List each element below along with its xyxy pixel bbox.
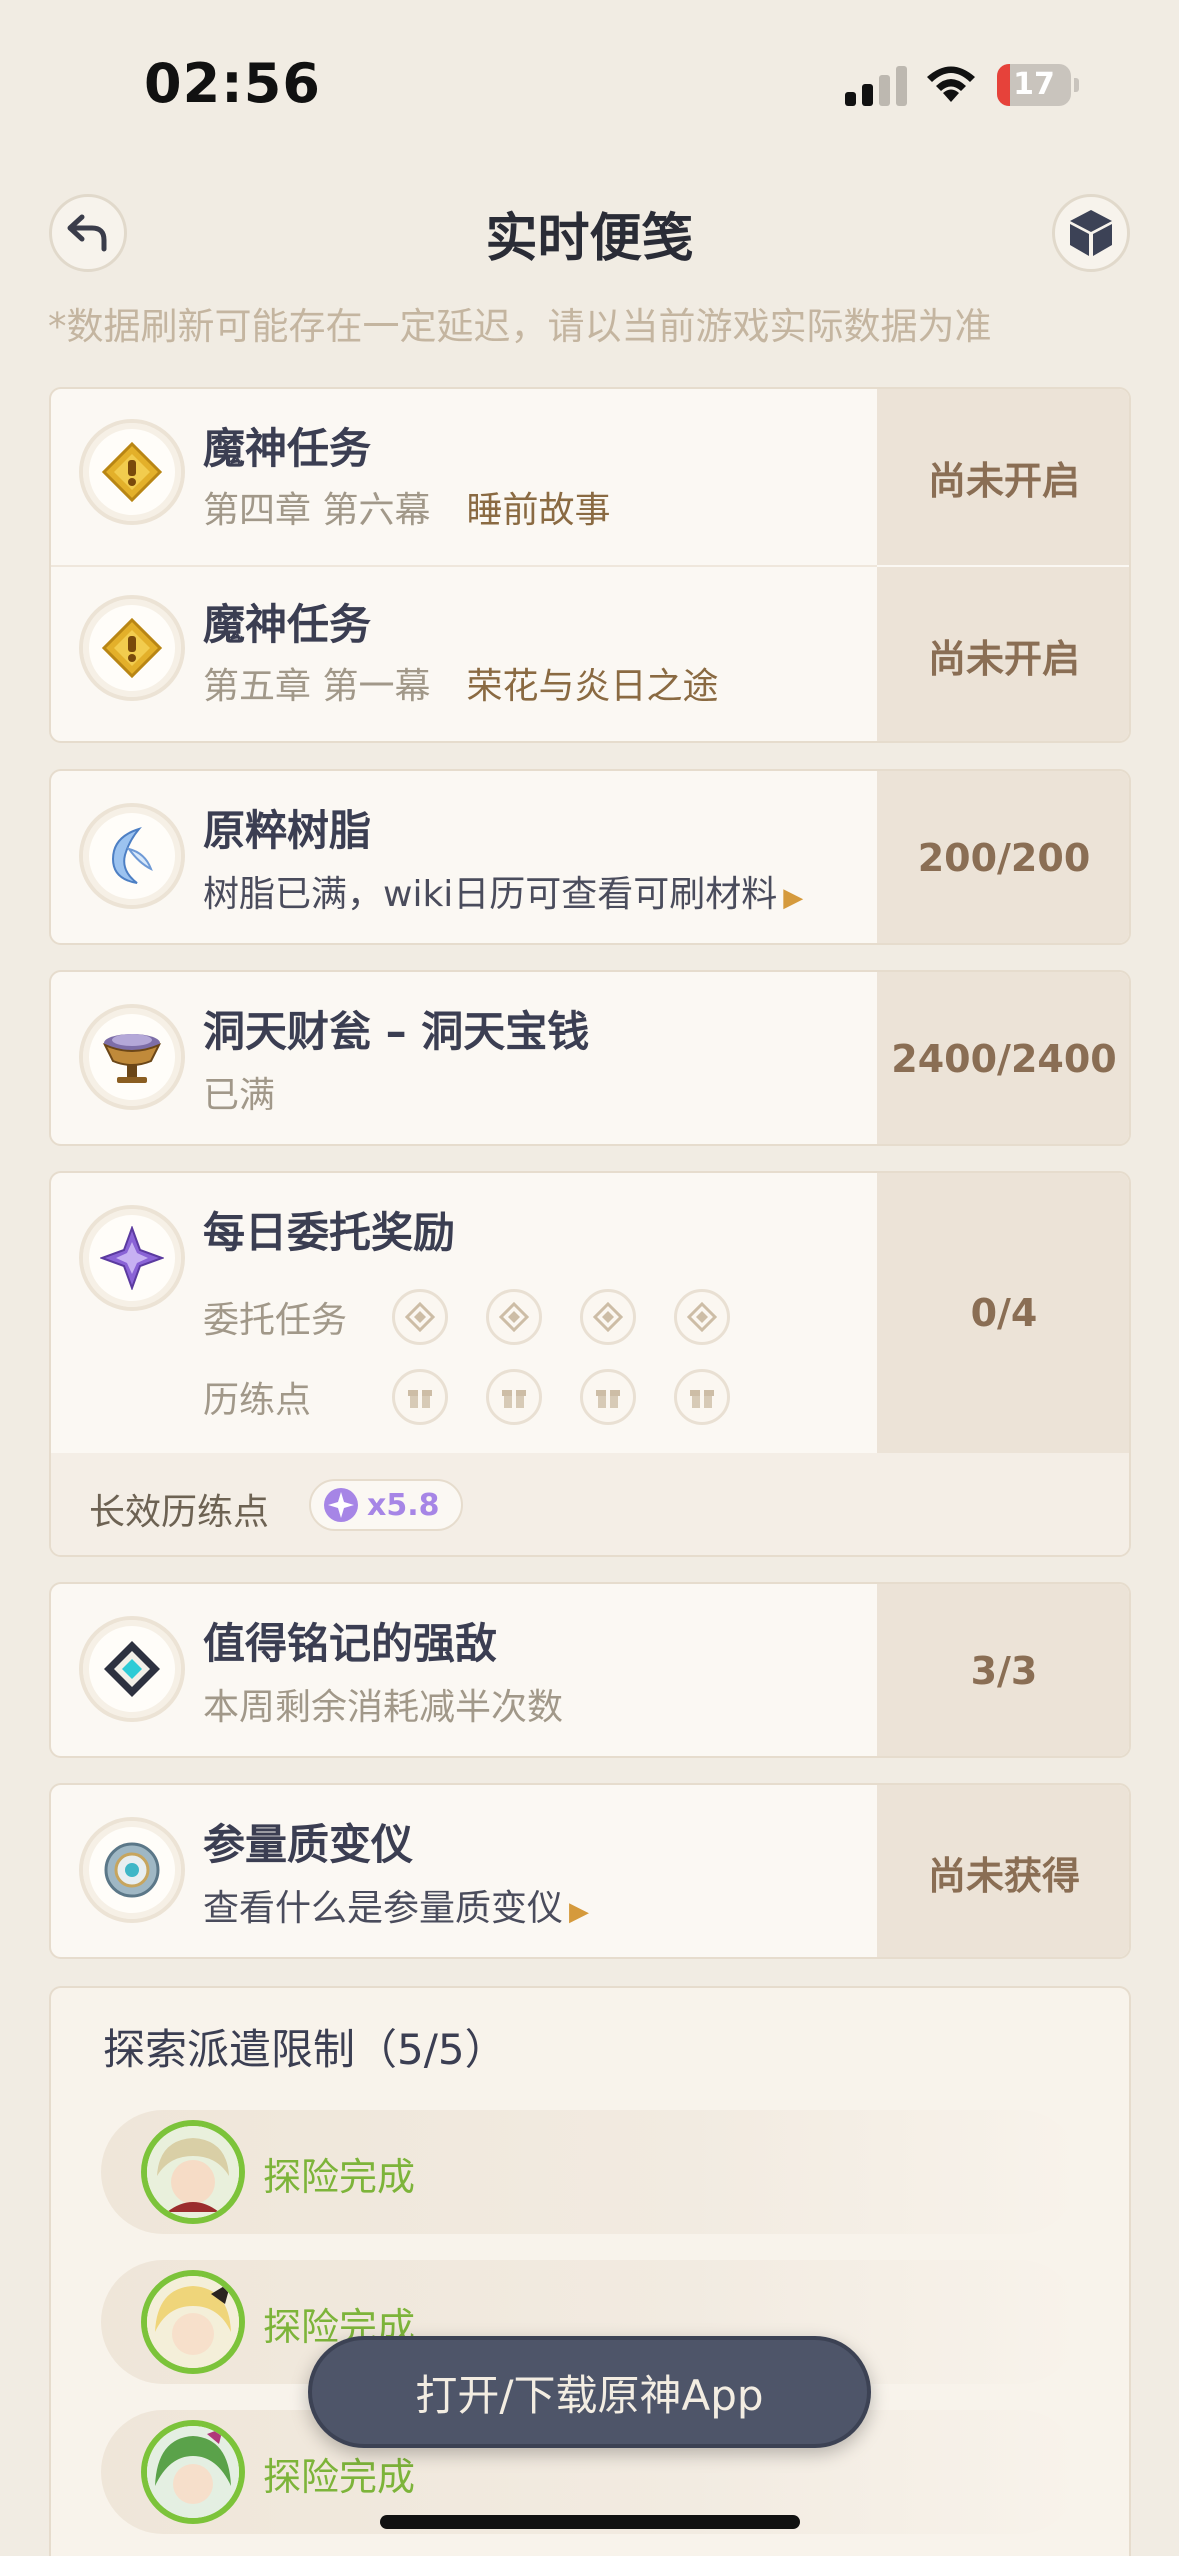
archon-quest-icon [79, 419, 185, 525]
quest-title: 魔神任务 [203, 600, 372, 649]
daily-commission-row: 每日委托奖励 委托任务 历练点 0/4 [51, 1173, 1129, 1453]
commission-task-icon [392, 1289, 448, 1345]
resin-title: 原粹树脂 [203, 806, 372, 855]
resin-card[interactable]: 原粹树脂 树脂已满，wiki日历可查看可刷材料 ▶ 200/200 [49, 769, 1131, 945]
realm-currency-card: 洞天财瓮 – 洞天宝钱 已满 2400/2400 [49, 970, 1131, 1146]
battery-level: 17 [1013, 67, 1055, 102]
training-label: 历练点 [203, 1380, 312, 1421]
gift-icon [486, 1369, 542, 1425]
status-time: 02:56 [144, 52, 321, 115]
transformer-title: 参量质变仪 [203, 1820, 414, 1869]
gift-icon [674, 1369, 730, 1425]
quest-status: 尚未开启 [877, 389, 1129, 565]
commission-title: 每日委托奖励 [203, 1208, 456, 1257]
resin-wiki-link[interactable]: 树脂已满，wiki日历可查看可刷材料 ▶ [203, 865, 803, 917]
quest-subtitle: 第五章 第一幕 荣花与炎日之途 [203, 657, 718, 709]
resin-icon [79, 803, 185, 909]
long-term-badge: x5.8 [309, 1479, 463, 1531]
cellular-signal-icon [845, 66, 907, 106]
weekly-boss-row: 值得铭记的强敌 本周剩余消耗减半次数 3/3 [51, 1584, 1129, 1756]
realm-currency-row: 洞天财瓮 – 洞天宝钱 已满 2400/2400 [51, 972, 1129, 1144]
expedition-card: 探索派遣限制（5/5） 探险完成 探险完成 探险完成 [49, 1986, 1131, 2556]
quest-title: 魔神任务 [203, 424, 372, 473]
transformer-subtitle: 查看什么是参量质变仪 [203, 1888, 564, 1929]
commission-label: 委托任务 [203, 1300, 348, 1341]
commission-task-icon [580, 1289, 636, 1345]
gift-icon [580, 1369, 636, 1425]
cube-button[interactable] [1052, 194, 1130, 272]
quest-chapter: 第四章 第六幕 [203, 490, 431, 531]
battery-icon: 17 [997, 64, 1079, 108]
quest-status: 尚未开启 [877, 567, 1129, 741]
commission-value: 0/4 [877, 1173, 1129, 1453]
transformer-info-link[interactable]: 查看什么是参量质变仪 ▶ [203, 1879, 589, 1931]
chevron-right-icon: ▶ [783, 883, 804, 913]
expedition-status: 探险完成 [263, 2455, 416, 2499]
transformer-icon [79, 1817, 185, 1923]
open-app-button[interactable]: 打开/下载原神App [308, 2336, 871, 2448]
archon-quest-row[interactable]: 魔神任务 第五章 第一幕 荣花与炎日之途 尚未开启 [51, 567, 1129, 741]
resin-row: 原粹树脂 树脂已满，wiki日历可查看可刷材料 ▶ 200/200 [51, 771, 1129, 943]
quest-name: 荣花与炎日之途 [466, 666, 719, 707]
commission-task-icon [486, 1289, 542, 1345]
weekly-boss-title: 值得铭记的强敌 [203, 1619, 498, 1668]
data-delay-notice: *数据刷新可能存在一定延迟，请以当前游戏实际数据为准 [48, 305, 992, 348]
transformer-row: 参量质变仪 查看什么是参量质变仪 ▶ 尚未获得 [51, 1785, 1129, 1957]
home-indicator [380, 2515, 800, 2529]
weekly-boss-subtitle: 本周剩余消耗减半次数 [203, 1687, 564, 1728]
purple-star-icon [324, 1488, 358, 1522]
resin-subtitle: 树脂已满，wiki日历可查看可刷材料 [203, 874, 778, 915]
gift-icon [392, 1369, 448, 1425]
cube-icon [1070, 210, 1112, 256]
long-term-label: 长效历练点 [89, 1492, 270, 1533]
archon-quest-icon [79, 595, 185, 701]
long-term-training-bar: 长效历练点 x5.8 [51, 1453, 1129, 1555]
weekly-boss-card: 值得铭记的强敌 本周剩余消耗减半次数 3/3 [49, 1582, 1131, 1758]
quest-subtitle: 第四章 第六幕 睡前故事 [203, 481, 610, 533]
treasure-pot-icon [79, 1004, 185, 1110]
weekly-boss-icon [79, 1616, 185, 1722]
transformer-status: 尚未获得 [877, 1785, 1129, 1957]
commission-task-icon [674, 1289, 730, 1345]
quest-chapter: 第五章 第一幕 [203, 666, 431, 707]
chevron-right-icon: ▶ [569, 1897, 590, 1927]
quest-name: 睡前故事 [466, 490, 611, 531]
resin-value: 200/200 [877, 771, 1129, 943]
transformer-card[interactable]: 参量质变仪 查看什么是参量质变仪 ▶ 尚未获得 [49, 1783, 1131, 1959]
daily-commission-card: 每日委托奖励 委托任务 历练点 0/4 长效历练点 x5.8 [49, 1171, 1131, 1557]
character-avatar [141, 2270, 245, 2374]
expedition-item[interactable]: 探险完成 [101, 2110, 1081, 2234]
weekly-boss-value: 3/3 [877, 1584, 1129, 1756]
realm-currency-subtitle: 已满 [203, 1075, 276, 1116]
expedition-status: 探险完成 [263, 2155, 416, 2199]
realm-currency-title: 洞天财瓮 – 洞天宝钱 [203, 1007, 590, 1056]
page-title: 实时便笺 [485, 209, 694, 269]
wifi-icon [927, 66, 975, 102]
realm-currency-value: 2400/2400 [877, 972, 1129, 1144]
expedition-title: 探索派遣限制（5/5） [103, 2025, 507, 2074]
character-avatar [141, 2420, 245, 2524]
long-term-value: x5.8 [367, 1487, 440, 1523]
status-bar: 02:56 17 [0, 0, 1179, 150]
archon-quest-card: 魔神任务 第四章 第六幕 睡前故事 尚未开启 魔神任务 第五章 第一幕 荣花与炎日之… [49, 387, 1131, 743]
character-avatar [141, 2120, 245, 2224]
commission-star-icon [79, 1205, 185, 1311]
archon-quest-row[interactable]: 魔神任务 第四章 第六幕 睡前故事 尚未开启 [51, 389, 1129, 565]
